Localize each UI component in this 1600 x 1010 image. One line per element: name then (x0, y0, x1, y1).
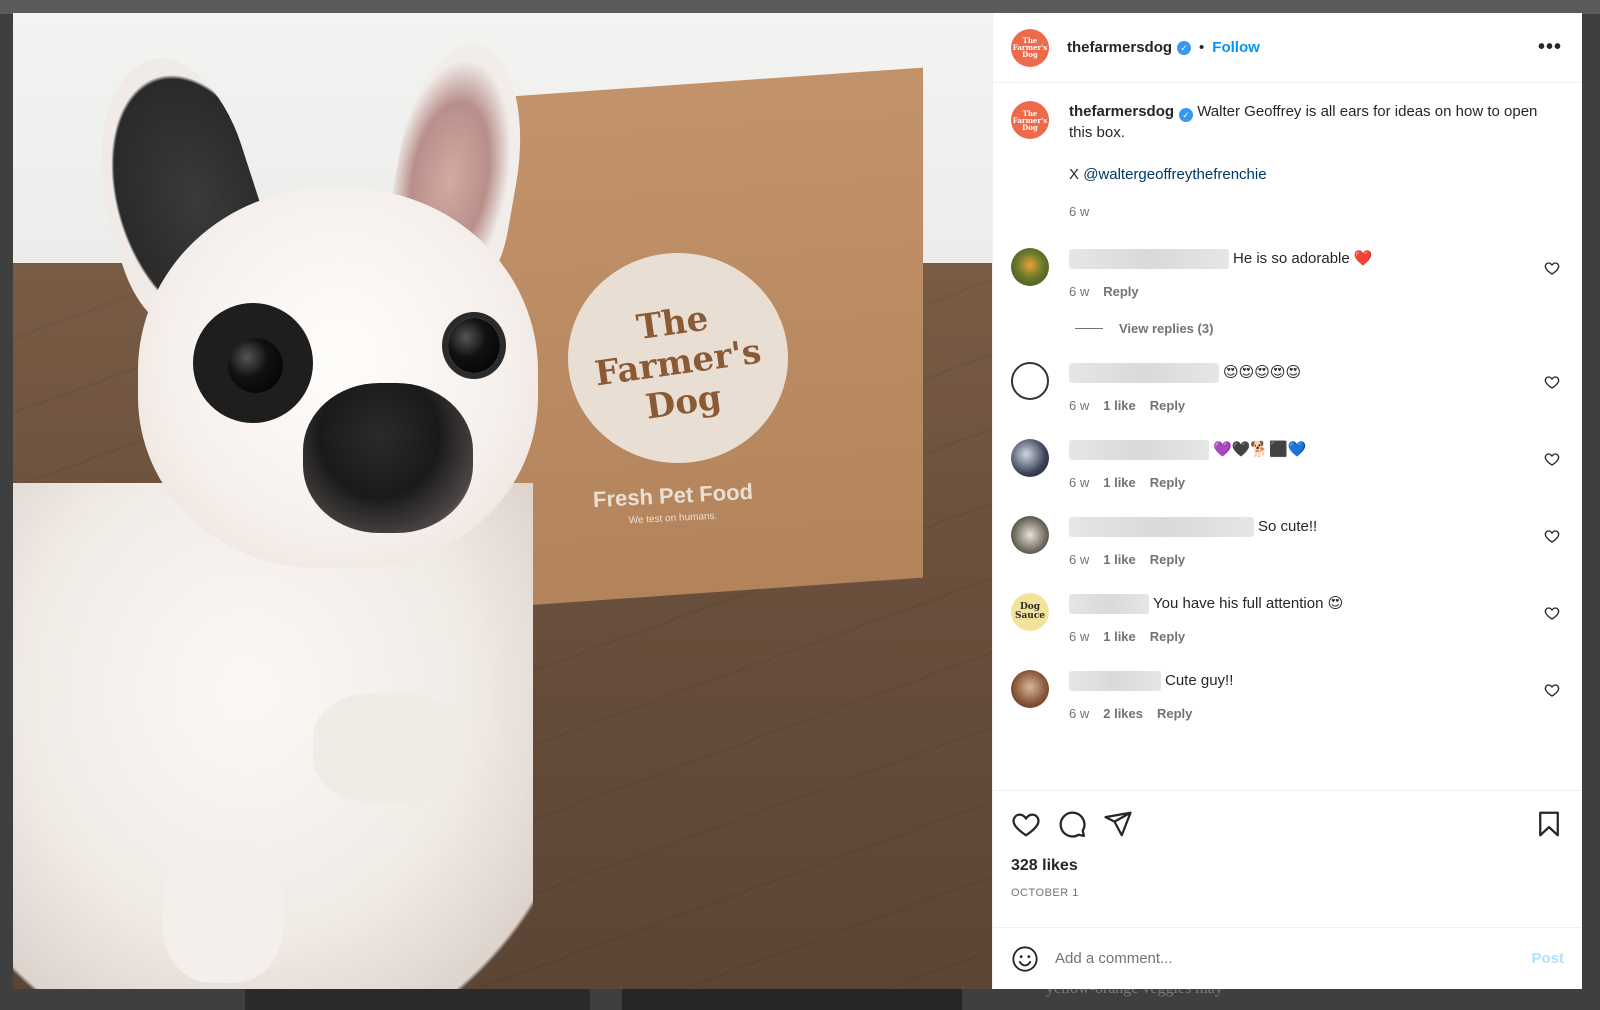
comment-item: So cute!! 6 w 1 like Reply (1011, 516, 1562, 567)
comment-time[interactable]: 6 w (1069, 398, 1089, 413)
dog-eye-left (228, 338, 283, 393)
comment-text: You have his full attention 😍 (1153, 595, 1344, 612)
comment-text: He is so adorable ❤️ (1233, 250, 1373, 267)
follow-button[interactable]: Follow (1212, 39, 1260, 56)
reply-button[interactable]: Reply (1157, 706, 1192, 721)
commenter-avatar[interactable] (1011, 362, 1049, 400)
comment-time[interactable]: 6 w (1069, 706, 1089, 721)
dog-eye-right (448, 318, 500, 373)
heart-icon[interactable] (1544, 528, 1560, 544)
background-thumbnail (622, 988, 962, 1010)
commenter-username-blurred[interactable] (1069, 249, 1229, 269)
verified-icon: ✓ (1179, 108, 1194, 122)
action-bar (993, 791, 1582, 857)
commenter-avatar[interactable]: Dog Sauce (1011, 593, 1049, 631)
separator-dot: • (1199, 39, 1205, 56)
dog-muzzle (303, 383, 473, 533)
comment-text: 😍😍😍😍😍 (1223, 364, 1302, 381)
share-icon[interactable] (1103, 809, 1133, 839)
comment-time[interactable]: 6 w (1069, 284, 1089, 299)
comment-text: So cute!! (1258, 518, 1318, 535)
comment-likes[interactable]: 1 like (1103, 398, 1136, 413)
caption-text: thefarmersdog ✓ Walter Geoffrey is all ea… (1069, 101, 1549, 222)
comment-likes[interactable]: 1 like (1103, 629, 1136, 644)
view-replies-label: View replies (3) (1119, 321, 1214, 336)
caption: The Farmer's Dog thefarmersdog ✓ Walter G… (1011, 101, 1562, 222)
comment-item: 😍😍😍😍😍 6 w 1 like Reply (1011, 362, 1562, 413)
save-icon[interactable] (1534, 809, 1564, 839)
caption-mention[interactable]: @waltergeoffreythefrenchie (1083, 166, 1266, 183)
heart-icon[interactable] (1544, 374, 1560, 390)
dog-paw (313, 693, 463, 803)
reply-button[interactable]: Reply (1150, 629, 1185, 644)
commenter-username-blurred[interactable] (1069, 517, 1254, 537)
add-comment-bar: Post (993, 927, 1582, 989)
post-panel: The Farmer's Dog thefarmersdog ✓ • Follo… (992, 13, 1582, 989)
caption-username[interactable]: thefarmersdog (1069, 103, 1174, 120)
more-icon[interactable]: ••• (1538, 36, 1562, 59)
reply-button[interactable]: Reply (1150, 552, 1185, 567)
commenter-avatar[interactable] (1011, 516, 1049, 554)
commenter-avatar[interactable] (1011, 439, 1049, 477)
profile-avatar[interactable]: The Farmer's Dog (1011, 28, 1049, 67)
commenter-username-blurred[interactable] (1069, 594, 1149, 614)
comment-input[interactable] (1055, 950, 1532, 967)
commenter-avatar[interactable] (1011, 670, 1049, 708)
comment-likes[interactable]: 1 like (1103, 552, 1136, 567)
comment-likes[interactable]: 1 like (1103, 475, 1136, 490)
comments-list[interactable]: The Farmer's Dog thefarmersdog ✓ Walter G… (993, 83, 1582, 791)
dog-paw (163, 843, 283, 983)
caption-credit-prefix: X (1069, 166, 1080, 183)
verified-icon: ✓ (1177, 40, 1192, 55)
emoji-icon[interactable] (1011, 945, 1039, 973)
comment-time[interactable]: 6 w (1069, 475, 1089, 490)
comment-item: 💜🖤🐕‍⬛💙 6 w 1 like Reply (1011, 439, 1562, 490)
reply-button[interactable]: Reply (1103, 284, 1138, 299)
post-modal: The Farmer's Dog Fresh Pet Food We test … (13, 13, 1582, 989)
post-header: The Farmer's Dog thefarmersdog ✓ • Follo… (993, 13, 1582, 83)
comment-time[interactable]: 6 w (1069, 552, 1089, 567)
like-icon[interactable] (1011, 809, 1041, 839)
caption-time[interactable]: 6 w (1069, 201, 1549, 222)
heart-icon[interactable] (1544, 605, 1560, 621)
view-replies-line (1075, 328, 1103, 329)
commenter-username-blurred[interactable] (1069, 363, 1219, 383)
post-image[interactable]: The Farmer's Dog Fresh Pet Food We test … (13, 13, 992, 989)
heart-icon[interactable] (1544, 451, 1560, 467)
post-date[interactable]: OCTOBER 1 (993, 875, 1582, 899)
likes-count[interactable]: 328 likes (993, 857, 1582, 875)
post-button[interactable]: Post (1531, 950, 1564, 967)
commenter-username-blurred[interactable] (1069, 440, 1209, 460)
comment-time[interactable]: 6 w (1069, 629, 1089, 644)
background-topbar (0, 0, 1600, 14)
post-username[interactable]: thefarmersdog (1067, 39, 1172, 56)
commenter-username-blurred[interactable] (1069, 671, 1161, 691)
comment-text: Cute guy!! (1165, 672, 1234, 689)
view-replies-button[interactable]: View replies (3) (1075, 321, 1562, 336)
comment-item: He is so adorable ❤️ 6 w Reply (1011, 248, 1562, 299)
commenter-avatar[interactable] (1011, 248, 1049, 286)
comment-likes[interactable]: 2 likes (1103, 706, 1143, 721)
comment-item: Cute guy!! 6 w 2 likes Reply (1011, 670, 1562, 721)
background-thumbnail (245, 988, 590, 1010)
caption-avatar[interactable]: The Farmer's Dog (1011, 101, 1049, 139)
heart-icon[interactable] (1544, 682, 1560, 698)
heart-icon[interactable] (1544, 260, 1560, 276)
comment-text: 💜🖤🐕‍⬛💙 (1213, 441, 1307, 458)
comment-icon[interactable] (1057, 809, 1087, 839)
reply-button[interactable]: Reply (1150, 398, 1185, 413)
comment-item: Dog Sauce You have his full attention 😍 … (1011, 593, 1562, 644)
reply-button[interactable]: Reply (1150, 475, 1185, 490)
